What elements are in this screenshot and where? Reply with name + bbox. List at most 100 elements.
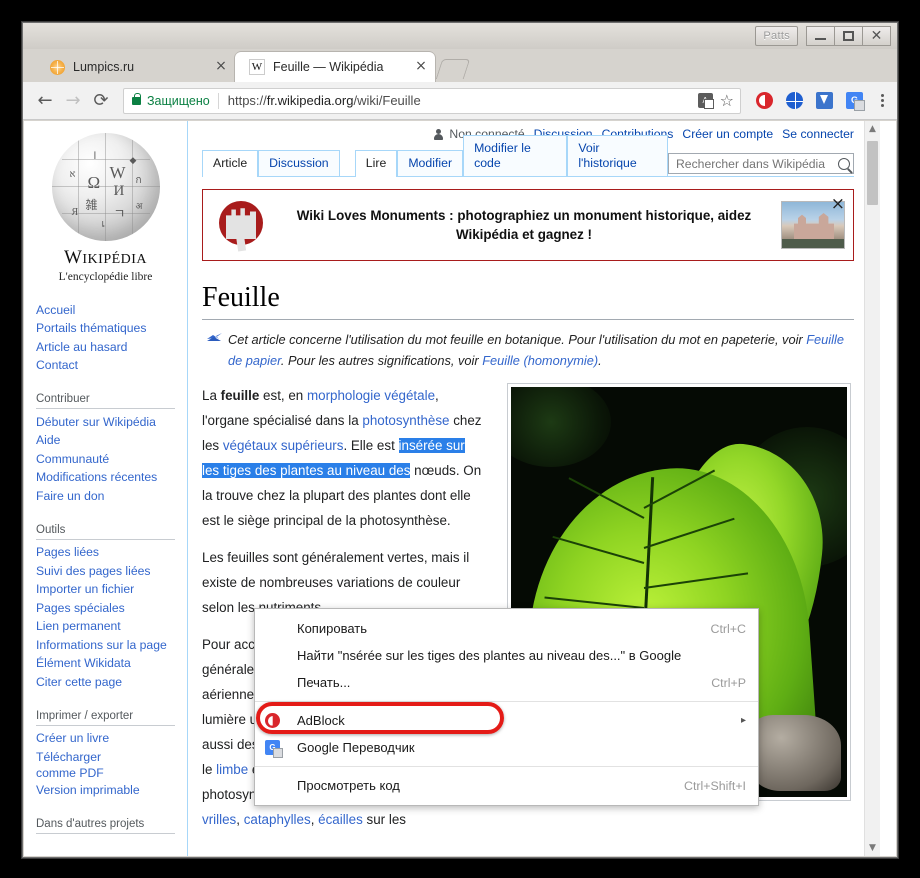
new-tab-button[interactable] xyxy=(435,59,471,79)
tab-close-icon[interactable]: × xyxy=(413,59,429,75)
sidebar-item-faire-un-don[interactable]: Faire un don xyxy=(36,487,187,506)
extension-icons: G xyxy=(747,91,889,111)
hatnote-link-feuille-homonymie[interactable]: Feuille (homonymie) xyxy=(482,353,598,368)
tab-close-icon[interactable]: × xyxy=(213,59,229,75)
link-vrilles[interactable]: vrilles xyxy=(202,812,236,827)
wordmark-rest: IKIPÉDIA xyxy=(82,252,148,267)
sidebar-item-modifications[interactable]: Modifications récentes xyxy=(36,469,187,488)
close-icon: ✕ xyxy=(870,28,883,44)
context-menu-item-inspect[interactable]: Просмотреть код Ctrl+Shift+I xyxy=(255,772,758,799)
wiki-sidebar: Ω W И 雑 ㄱ א ก ا ◆ Я अ เ WIKIPÉDIA L'ency… xyxy=(24,121,187,856)
sidebar-item-pages-speciales[interactable]: Pages spéciales xyxy=(36,599,187,618)
context-menu-label: Google Переводчик xyxy=(297,740,415,755)
tab-lumpics[interactable]: Lumpics.ru × xyxy=(35,52,235,82)
link-morphologie-vegetale[interactable]: morphologie végétale xyxy=(307,388,435,403)
sidebar-item-version-imprimable[interactable]: Version imprimable xyxy=(36,781,187,800)
link-vegetaux-superieurs[interactable]: végétaux supérieurs xyxy=(223,438,344,453)
tab-wikipedia-feuille[interactable]: W Feuille — Wikipédia × xyxy=(235,52,435,82)
scrollbar-thumb[interactable] xyxy=(867,141,878,205)
search-icon[interactable] xyxy=(838,157,850,170)
star-icon[interactable]: ☆ xyxy=(720,92,734,109)
browser-toolbar: ← → ⟳ Защищено https://fr.wikipedia.org/… xyxy=(23,82,897,120)
context-menu-item-print[interactable]: Печать... Ctrl+P xyxy=(255,669,758,696)
translate-icon[interactable]: A xyxy=(697,93,714,109)
sidebar-group-autres-projets: Dans d'autres projets xyxy=(36,814,187,834)
forward-icon[interactable]: → xyxy=(59,87,87,115)
patts-button[interactable]: Patts xyxy=(755,26,798,46)
context-menu-accel: Ctrl+Shift+I xyxy=(684,778,746,793)
context-menu-item-search-google[interactable]: Найти "nsérée sur les tiges des plantes … xyxy=(255,642,758,669)
article-hatnote: Cet article concerne l'utilisation du mo… xyxy=(207,329,854,371)
download-icon[interactable] xyxy=(815,91,834,110)
sidebar-item-lien-permanent[interactable]: Lien permanent xyxy=(36,618,187,637)
sidebar-item-informations-page[interactable]: Informations sur la page xyxy=(36,636,187,655)
kebab-menu-icon[interactable] xyxy=(875,94,889,107)
link-ecailles[interactable]: écailles xyxy=(318,812,363,827)
reload-icon[interactable]: ⟳ xyxy=(87,87,115,115)
scroll-up-icon[interactable]: ▲ xyxy=(865,121,880,137)
sidebar-item-communaute[interactable]: Communauté xyxy=(36,450,187,469)
window-caption-buttons: Patts ✕ xyxy=(755,26,891,46)
link-cataphylles[interactable]: cataphylles xyxy=(244,812,311,827)
sidebar-item-pages-liees[interactable]: Pages liées xyxy=(36,544,187,563)
address-bar[interactable]: Защищено https://fr.wikipedia.org/wiki/F… xyxy=(123,87,741,114)
sidebar-item-importer-fichier[interactable]: Importer un fichier xyxy=(36,581,187,600)
user-link-creer-compte[interactable]: Créer un compte xyxy=(682,127,773,141)
sidebar-group-outils: Outils Pages liées Suivi des pages liées… xyxy=(36,520,187,692)
p3-text-f: sur les xyxy=(362,812,406,827)
tab-article[interactable]: Article xyxy=(202,150,259,177)
sidebar-item-contact[interactable]: Contact xyxy=(36,357,187,376)
context-menu-label: Печать... xyxy=(297,675,351,690)
adblock-icon[interactable] xyxy=(755,91,774,110)
sidebar-group-imprimer: Imprimer / exporter Créer un livre Téléc… xyxy=(36,706,187,800)
sidebar-item-accueil[interactable]: Accueil xyxy=(36,301,187,320)
sidebar-item-debuter[interactable]: Débuter sur Wikipédia xyxy=(36,413,187,432)
banner-close-icon[interactable]: × xyxy=(831,196,845,213)
sidebar-heading-contribuer: Contribuer xyxy=(36,389,175,409)
wiki-loves-monuments-banner: Wiki Loves Monuments : photographiez un … xyxy=(202,189,854,261)
sidebar-item-suivi-pages-liees[interactable]: Suivi des pages liées xyxy=(36,562,187,581)
context-menu-label: Найти "nsérée sur les tiges des plantes … xyxy=(297,648,682,663)
minimize-button[interactable] xyxy=(806,26,835,46)
globe-icon[interactable] xyxy=(785,91,804,110)
wiki-search-box[interactable] xyxy=(668,153,854,174)
sidebar-item-article-hasard[interactable]: Article au hasard xyxy=(36,338,187,357)
google-translate-icon[interactable]: G xyxy=(845,91,865,111)
wikipedia-tagline: L'encyclopédie libre xyxy=(58,271,153,283)
tab-voir-historique[interactable]: Voir l'historique xyxy=(567,135,668,176)
user-link-se-connecter[interactable]: Se connecter xyxy=(782,127,854,141)
link-limbe-2[interactable]: limbe xyxy=(216,762,248,777)
sidebar-item-citer-page[interactable]: Citer cette page xyxy=(36,673,187,692)
wikipedia-wordmark: WIKIPÉDIA xyxy=(24,247,187,269)
sidebar-item-portails[interactable]: Portails thématiques xyxy=(36,320,187,339)
page-viewport: Ω W И 雑 ㄱ א ก ا ◆ Я अ เ WIKIPÉDIA L'ency… xyxy=(24,121,896,856)
sidebar-item-telecharger-pdf[interactable]: Télécharger comme PDF xyxy=(36,748,144,781)
context-menu-label: Копировать xyxy=(297,621,367,636)
tab-discussion[interactable]: Discussion xyxy=(258,150,340,176)
wikipedia-logo[interactable]: Ω W И 雑 ㄱ א ก ا ◆ Я अ เ WIKIPÉDIA L'ency… xyxy=(24,127,187,283)
context-menu-label: Просмотреть код xyxy=(297,778,400,793)
sidebar-item-aide[interactable]: Aide xyxy=(36,432,187,451)
lock-icon xyxy=(132,92,141,105)
page-scrollbar[interactable]: ▲ ▼ xyxy=(864,121,880,856)
sidebar-item-element-wikidata[interactable]: Élément Wikidata xyxy=(36,655,187,674)
tab-modifier[interactable]: Modifier xyxy=(397,150,464,176)
scroll-down-icon[interactable]: ▼ xyxy=(865,840,880,856)
context-menu-item-google-translate[interactable]: G Google Переводчик xyxy=(255,734,758,761)
maximize-icon xyxy=(843,31,854,41)
sidebar-item-creer-livre[interactable]: Créer un livre xyxy=(36,730,187,749)
back-icon[interactable]: ← xyxy=(31,87,59,115)
article-paragraph-1: La feuille est, en morphologie végétale,… xyxy=(202,383,484,533)
sidebar-heading-autres-projets: Dans d'autres projets xyxy=(36,814,175,834)
tab-lire[interactable]: Lire xyxy=(354,150,398,177)
sidebar-group-navigation: Accueil Portails thématiques Article au … xyxy=(36,301,187,375)
close-button[interactable]: ✕ xyxy=(862,26,891,46)
search-input[interactable] xyxy=(676,156,834,171)
tab-modifier-code[interactable]: Modifier le code xyxy=(463,135,568,176)
context-menu-item-copy[interactable]: Копировать Ctrl+C xyxy=(255,615,758,642)
context-menu-item-adblock[interactable]: AdBlock ▸ xyxy=(255,707,758,734)
orange-circle-icon xyxy=(49,59,65,75)
link-photosynthese[interactable]: photosynthèse xyxy=(362,413,449,428)
maximize-button[interactable] xyxy=(834,26,863,46)
wiki-tabs-row: Article Discussion Lire Modifier Modifie… xyxy=(202,135,854,177)
